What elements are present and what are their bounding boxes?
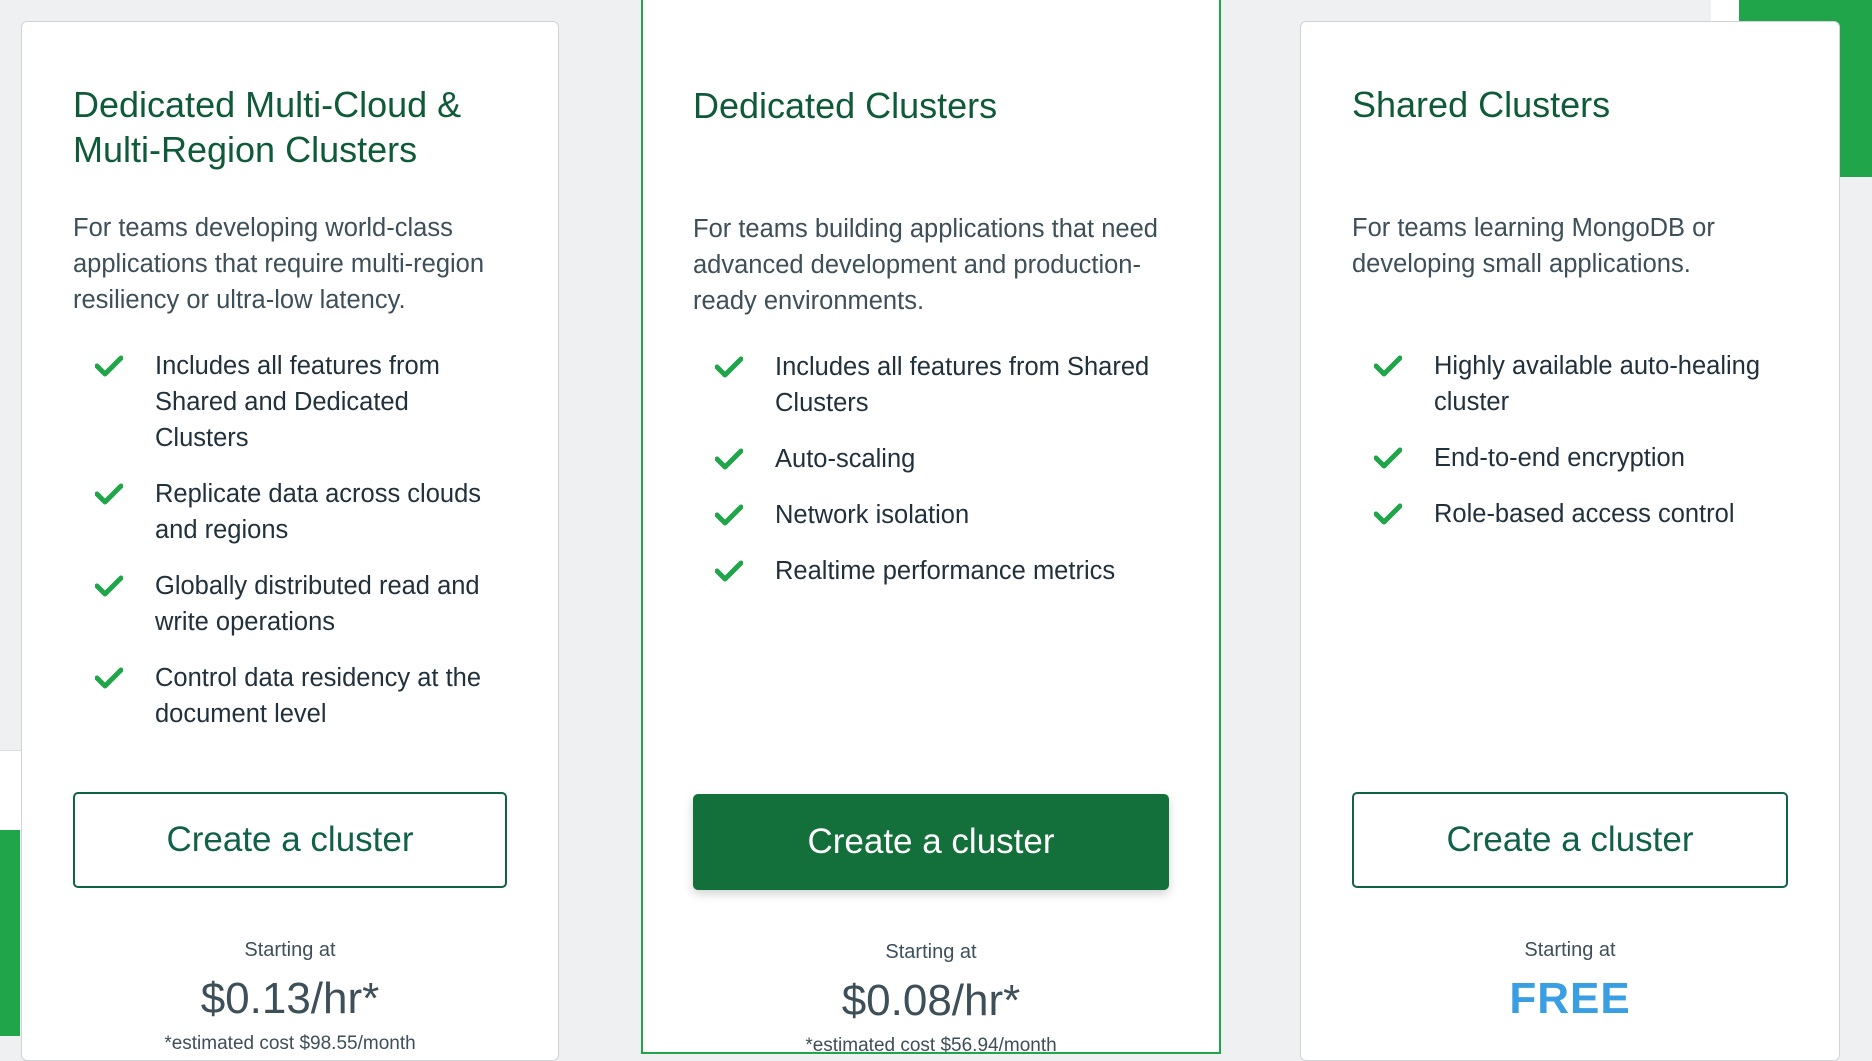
check-icon — [715, 356, 743, 378]
check-icon — [715, 504, 743, 526]
feature-list: Includes all features from Shared Cluste… — [693, 349, 1169, 609]
check-icon — [715, 448, 743, 470]
create-cluster-button[interactable]: Create a cluster — [1352, 792, 1788, 888]
check-icon — [1374, 355, 1402, 377]
check-icon — [95, 575, 123, 597]
estimated-cost: *estimated cost $98.55/month — [164, 1033, 416, 1054]
price-value: $0.13/hr* — [200, 974, 380, 1023]
card-title: Dedicated Multi-Cloud & Multi-Region Clu… — [73, 84, 462, 170]
feature-item: Realtime performance metrics — [693, 553, 1169, 589]
feature-list: Highly available auto-healing cluster En… — [1352, 348, 1788, 552]
starting-at-label: Starting at — [244, 939, 336, 961]
feature-item: Network isolation — [693, 497, 1169, 533]
feature-text: Role-based access control — [1434, 500, 1735, 528]
create-cluster-button[interactable]: Create a cluster — [73, 792, 507, 888]
feature-text: Includes all features from Shared and De… — [155, 352, 440, 452]
feature-item: Includes all features from Shared Cluste… — [693, 349, 1169, 421]
price-block: Starting at FREE — [1352, 937, 1788, 1027]
background-panel — [1711, 0, 1739, 22]
feature-item: Highly available auto-healing cluster — [1352, 348, 1788, 420]
feature-item: End-to-end encryption — [1352, 440, 1788, 476]
estimated-cost: *estimated cost $56.94/month — [805, 1035, 1057, 1056]
feature-text: End-to-end encryption — [1434, 444, 1685, 472]
check-icon — [95, 667, 123, 689]
feature-text: Includes all features from Shared Cluste… — [775, 353, 1150, 417]
price-value-free: FREE — [1509, 974, 1631, 1023]
feature-text: Highly available auto-healing cluster — [1434, 352, 1761, 416]
starting-at-label: Starting at — [885, 941, 977, 963]
create-cluster-button[interactable]: Create a cluster — [693, 794, 1169, 890]
pricing-card-shared: Shared Clusters For teams learning Mongo… — [1300, 21, 1840, 1061]
check-icon — [95, 355, 123, 377]
pricing-card-multi-cloud: Dedicated Multi-Cloud & Multi-Region Clu… — [21, 21, 559, 1061]
card-description: For teams learning MongoDB or developing… — [1352, 214, 1715, 278]
feature-text: Realtime performance metrics — [775, 557, 1116, 585]
card-description: For teams building applications that nee… — [693, 215, 1158, 315]
feature-text: Network isolation — [775, 501, 970, 529]
card-title: Shared Clusters — [1352, 84, 1611, 125]
price-value: $0.08/hr* — [841, 976, 1021, 1025]
feature-list: Includes all features from Shared and De… — [73, 348, 507, 752]
pricing-card-dedicated: Dedicated Clusters For teams building ap… — [641, 0, 1221, 1056]
feature-text: Globally distributed read and write oper… — [155, 572, 480, 636]
check-icon — [715, 560, 743, 582]
card-description: For teams developing world-class applica… — [73, 214, 485, 314]
feature-item: Includes all features from Shared and De… — [73, 348, 507, 456]
check-icon — [1374, 447, 1402, 469]
feature-item: Role-based access control — [1352, 496, 1788, 532]
feature-text: Control data residency at the document l… — [155, 664, 482, 728]
feature-text: Auto-scaling — [775, 445, 916, 473]
feature-text: Replicate data across clouds and regions — [155, 480, 482, 544]
price-block: Starting at $0.08/hr* *estimated cost $5… — [693, 939, 1169, 1059]
check-icon — [1374, 503, 1402, 525]
starting-at-label: Starting at — [1524, 939, 1616, 961]
feature-item: Replicate data across clouds and regions — [73, 476, 507, 548]
feature-item: Auto-scaling — [693, 441, 1169, 477]
price-block: Starting at $0.13/hr* *estimated cost $9… — [73, 937, 507, 1057]
feature-item: Control data residency at the document l… — [73, 660, 507, 732]
card-title: Dedicated Clusters — [693, 85, 998, 126]
check-icon — [95, 483, 123, 505]
background-accent-green — [0, 830, 20, 1036]
feature-item: Globally distributed read and write oper… — [73, 568, 507, 640]
